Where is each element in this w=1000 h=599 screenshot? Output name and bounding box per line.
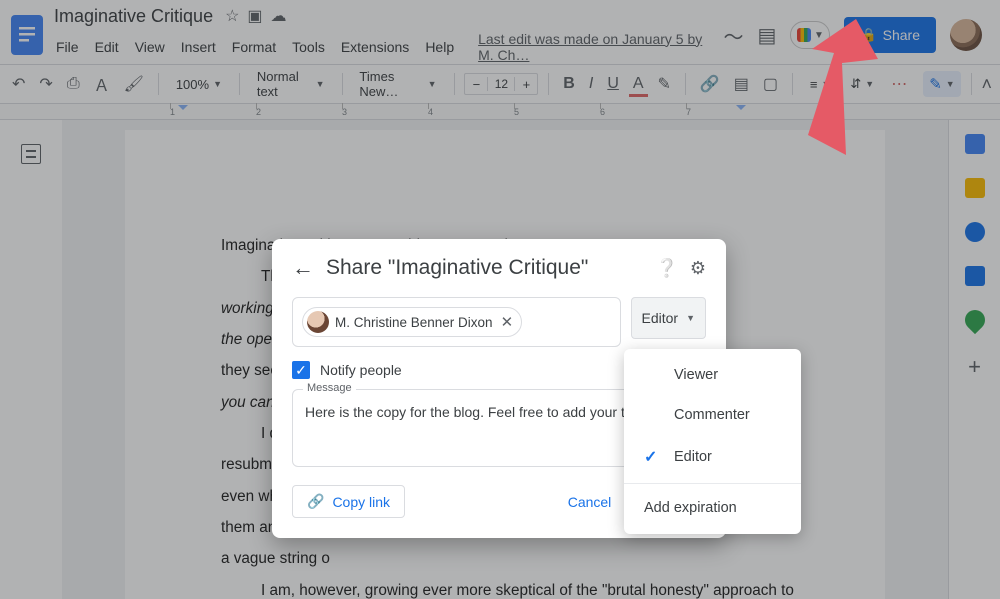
copy-link-button[interactable]: 🔗 Copy link — [292, 485, 405, 518]
role-option-viewer[interactable]: Viewer — [624, 355, 801, 395]
link-icon: 🔗 — [307, 493, 324, 510]
person-avatar — [307, 311, 329, 333]
role-option-commenter[interactable]: Commenter — [624, 395, 801, 435]
remove-chip-icon[interactable]: ✕ — [501, 313, 514, 331]
message-field-label: Message — [303, 382, 356, 394]
role-option-editor[interactable]: ✓ Editor — [624, 435, 801, 479]
notify-checkbox[interactable]: ✓ — [292, 361, 310, 379]
cancel-button[interactable]: Cancel — [554, 486, 626, 518]
people-input[interactable]: M. Christine Benner Dixon ✕ — [292, 297, 621, 347]
help-icon[interactable]: ❔ — [655, 258, 677, 279]
person-chip[interactable]: M. Christine Benner Dixon ✕ — [302, 307, 522, 337]
message-field-value[interactable]: Here is the copy for the blog. Feel free… — [305, 404, 656, 420]
role-dropdown[interactable]: Editor ▼ — [631, 297, 707, 339]
person-chip-name: M. Christine Benner Dixon — [335, 315, 493, 330]
settings-gear-icon[interactable]: ⚙ — [690, 258, 706, 279]
annotation-red-arrow — [738, 15, 878, 175]
role-dropdown-label: Editor — [642, 310, 679, 326]
caret-down-icon: ▼ — [686, 313, 695, 323]
checkmark-icon: ✓ — [644, 447, 662, 467]
dialog-title: Share "Imaginative Critique" — [326, 256, 643, 280]
role-menu: Viewer Commenter ✓ Editor Add expiration — [624, 349, 801, 534]
notify-label: Notify people — [320, 362, 402, 378]
copy-link-label: Copy link — [332, 494, 390, 510]
add-expiration-option[interactable]: Add expiration — [624, 488, 801, 528]
menu-divider — [624, 483, 801, 484]
back-arrow-icon[interactable]: ← — [292, 255, 314, 281]
